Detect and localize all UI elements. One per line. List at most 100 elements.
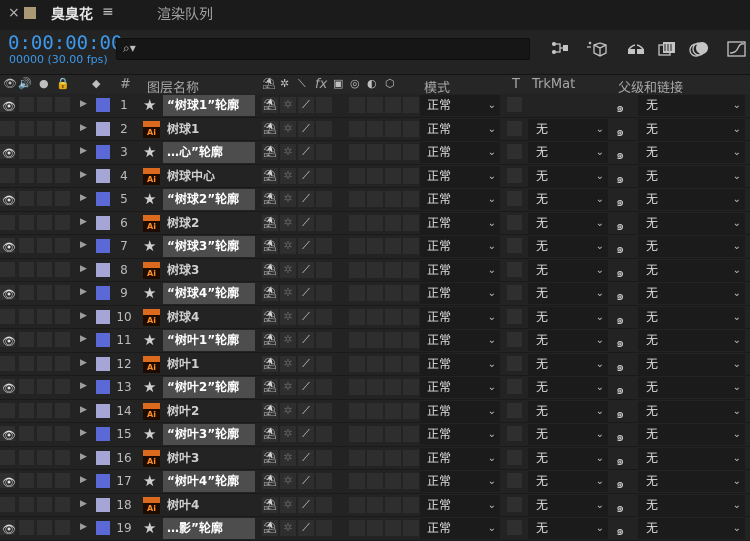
video-visibility-toggle[interactable]: 👁 <box>0 97 16 113</box>
adjustment-layer-switch[interactable] <box>385 285 401 301</box>
quality-switch-icon[interactable]: ⟋ <box>298 355 314 372</box>
panel-menu-icon[interactable]: ≡ <box>102 4 114 20</box>
lock-toggle[interactable] <box>55 120 70 136</box>
adjustment-layer-switch[interactable] <box>385 426 401 442</box>
solo-toggle[interactable] <box>37 449 52 465</box>
expand-twisty-icon[interactable]: ▶ <box>80 240 87 250</box>
video-visibility-toggle[interactable]: 👁 <box>0 379 16 395</box>
compositing-flowchart-icon[interactable] <box>549 40 571 58</box>
video-visibility-toggle[interactable] <box>0 214 15 230</box>
layer-row[interactable]: ▶ 16 Ai 树叶3 ⛱ ✲ ⟋ 正常 ⌄ 无 ⌄ ๑无 ⌄ <box>0 446 750 470</box>
expand-twisty-icon[interactable]: ▶ <box>80 146 87 156</box>
tab-composition[interactable]: 臭臭花 <box>51 4 93 24</box>
effects-switch-header-icon[interactable]: fx <box>315 77 327 92</box>
adjustment-layer-switch[interactable] <box>385 261 401 278</box>
track-matte-dropdown[interactable]: 无 ⌄ <box>528 471 608 492</box>
layer-row[interactable]: ▶ 6 Ai 树球2 ⛱ ✲ ⟋ 正常 ⌄ 无 ⌄ ๑无 ⌄ <box>0 211 750 235</box>
frame-blend-switch[interactable] <box>349 167 365 184</box>
collapse-switch-icon[interactable]: ✲ <box>280 120 296 137</box>
motion-blur-switch[interactable] <box>367 308 383 325</box>
3d-layer-switch[interactable] <box>403 402 419 419</box>
track-matte-dropdown[interactable]: 无 ⌄ <box>528 236 608 257</box>
audio-toggle[interactable] <box>19 520 34 535</box>
quality-switch-icon[interactable]: ⟋ <box>298 426 314 442</box>
effects-switch[interactable] <box>316 308 332 325</box>
layer-row[interactable]: 👁 ▶ 1 ★ “树球1”轮廓 ⛱ ✲ ⟋ 正常 ⌄ ๑无 ⌄ <box>0 94 750 118</box>
motion-blur-switch[interactable] <box>367 261 383 278</box>
shy-switch-icon[interactable]: ⛱ <box>262 191 278 207</box>
shy-switch-icon[interactable]: ⛱ <box>262 496 278 513</box>
layer-name[interactable]: 树叶4 <box>163 495 255 516</box>
quality-switch-icon[interactable]: ⟋ <box>298 308 314 325</box>
label-color-swatch[interactable] <box>96 427 110 441</box>
expand-twisty-icon[interactable]: ▶ <box>80 170 87 180</box>
lock-toggle[interactable] <box>55 473 70 488</box>
solo-toggle[interactable] <box>37 261 52 277</box>
effects-switch[interactable] <box>316 402 332 419</box>
audio-toggle[interactable] <box>19 496 34 512</box>
layer-row[interactable]: 👁 ▶ 13 ★ “树叶2”轮廓 ⛱ ✲ ⟋ 正常 ⌄ 无 ⌄ ๑无 ⌄ <box>0 376 750 400</box>
solo-toggle[interactable] <box>37 426 52 441</box>
collapse-switch-header-icon[interactable]: ✲ <box>280 77 289 90</box>
shy-switch-icon[interactable]: ⛱ <box>262 167 278 184</box>
solo-toggle[interactable] <box>37 285 52 300</box>
3d-layer-switch[interactable] <box>403 120 419 137</box>
adjustment-layer-switch[interactable] <box>385 402 401 419</box>
shy-switch-icon[interactable]: ⛱ <box>262 261 278 278</box>
solo-toggle[interactable] <box>37 332 52 347</box>
label-color-swatch[interactable] <box>96 497 110 512</box>
quality-switch-icon[interactable]: ⟋ <box>298 402 314 419</box>
adjustment-layer-switch[interactable] <box>385 238 401 254</box>
frame-blend-switch[interactable] <box>349 144 365 160</box>
expand-twisty-icon[interactable]: ▶ <box>80 123 87 133</box>
quality-switch-icon[interactable]: ⟋ <box>298 214 314 231</box>
lock-toggle[interactable] <box>55 167 70 183</box>
parent-dropdown[interactable]: 无 ⌄ <box>638 259 745 281</box>
label-color-swatch[interactable] <box>96 333 110 347</box>
expand-twisty-icon[interactable]: ▶ <box>80 193 87 203</box>
3d-layer-switch[interactable] <box>403 496 419 513</box>
layer-name[interactable]: 树叶1 <box>163 354 255 375</box>
effects-switch[interactable] <box>316 238 332 254</box>
expand-twisty-icon[interactable]: ▶ <box>80 381 87 391</box>
blend-mode-dropdown[interactable]: 正常 ⌄ <box>420 494 500 516</box>
lock-toggle[interactable] <box>55 97 70 112</box>
effects-switch[interactable] <box>316 144 332 160</box>
blend-mode-dropdown[interactable]: 正常 ⌄ <box>420 212 500 234</box>
frame-blend-switch[interactable] <box>349 473 365 489</box>
motion-blur-switch[interactable] <box>367 191 383 207</box>
effects-switch[interactable] <box>316 285 332 301</box>
label-color-swatch[interactable] <box>96 192 110 206</box>
audio-toggle[interactable] <box>19 402 34 418</box>
layer-name[interactable]: “树叶1”轮廓 <box>163 330 255 351</box>
video-visibility-toggle[interactable]: 👁 <box>0 144 16 160</box>
layer-row[interactable]: ▶ 2 Ai 树球1 ⛱ ✲ ⟋ 正常 ⌄ 无 ⌄ ๑无 ⌄ <box>0 117 750 141</box>
audio-toggle[interactable] <box>19 120 34 136</box>
audio-toggle[interactable] <box>19 214 34 230</box>
lock-toggle[interactable] <box>55 261 70 277</box>
effects-switch[interactable] <box>316 355 332 372</box>
parent-dropdown[interactable]: 无 ⌄ <box>638 471 745 492</box>
motion-blur-header-icon[interactable]: ◎ <box>350 77 360 90</box>
3d-layer-switch[interactable] <box>403 332 419 348</box>
layer-name[interactable]: 树球3 <box>163 260 255 281</box>
adjustment-layer-switch[interactable] <box>385 355 401 372</box>
video-visibility-toggle[interactable]: 👁 <box>0 473 16 489</box>
audio-toggle[interactable] <box>19 191 34 206</box>
parent-dropdown[interactable]: 无 ⌄ <box>638 447 745 469</box>
track-matte-dropdown[interactable]: 无 ⌄ <box>528 353 608 375</box>
solo-toggle[interactable] <box>37 473 52 488</box>
frame-blending-icon[interactable] <box>656 40 678 58</box>
audio-toggle[interactable] <box>19 238 34 253</box>
lock-toggle[interactable] <box>55 355 70 371</box>
track-matte-dropdown[interactable]: 无 ⌄ <box>528 212 608 234</box>
expand-twisty-icon[interactable]: ▶ <box>80 217 87 227</box>
quality-switch-icon[interactable]: ⟋ <box>298 285 314 301</box>
parent-dropdown[interactable]: 无 ⌄ <box>638 400 745 422</box>
effects-switch[interactable] <box>316 520 332 536</box>
shy-switch-icon[interactable]: ⛱ <box>262 308 278 325</box>
blend-mode-dropdown[interactable]: 正常 ⌄ <box>420 142 500 163</box>
label-color-swatch[interactable] <box>96 521 110 535</box>
collapse-switch-icon[interactable]: ✲ <box>280 167 296 184</box>
frame-blend-switch[interactable] <box>349 496 365 513</box>
